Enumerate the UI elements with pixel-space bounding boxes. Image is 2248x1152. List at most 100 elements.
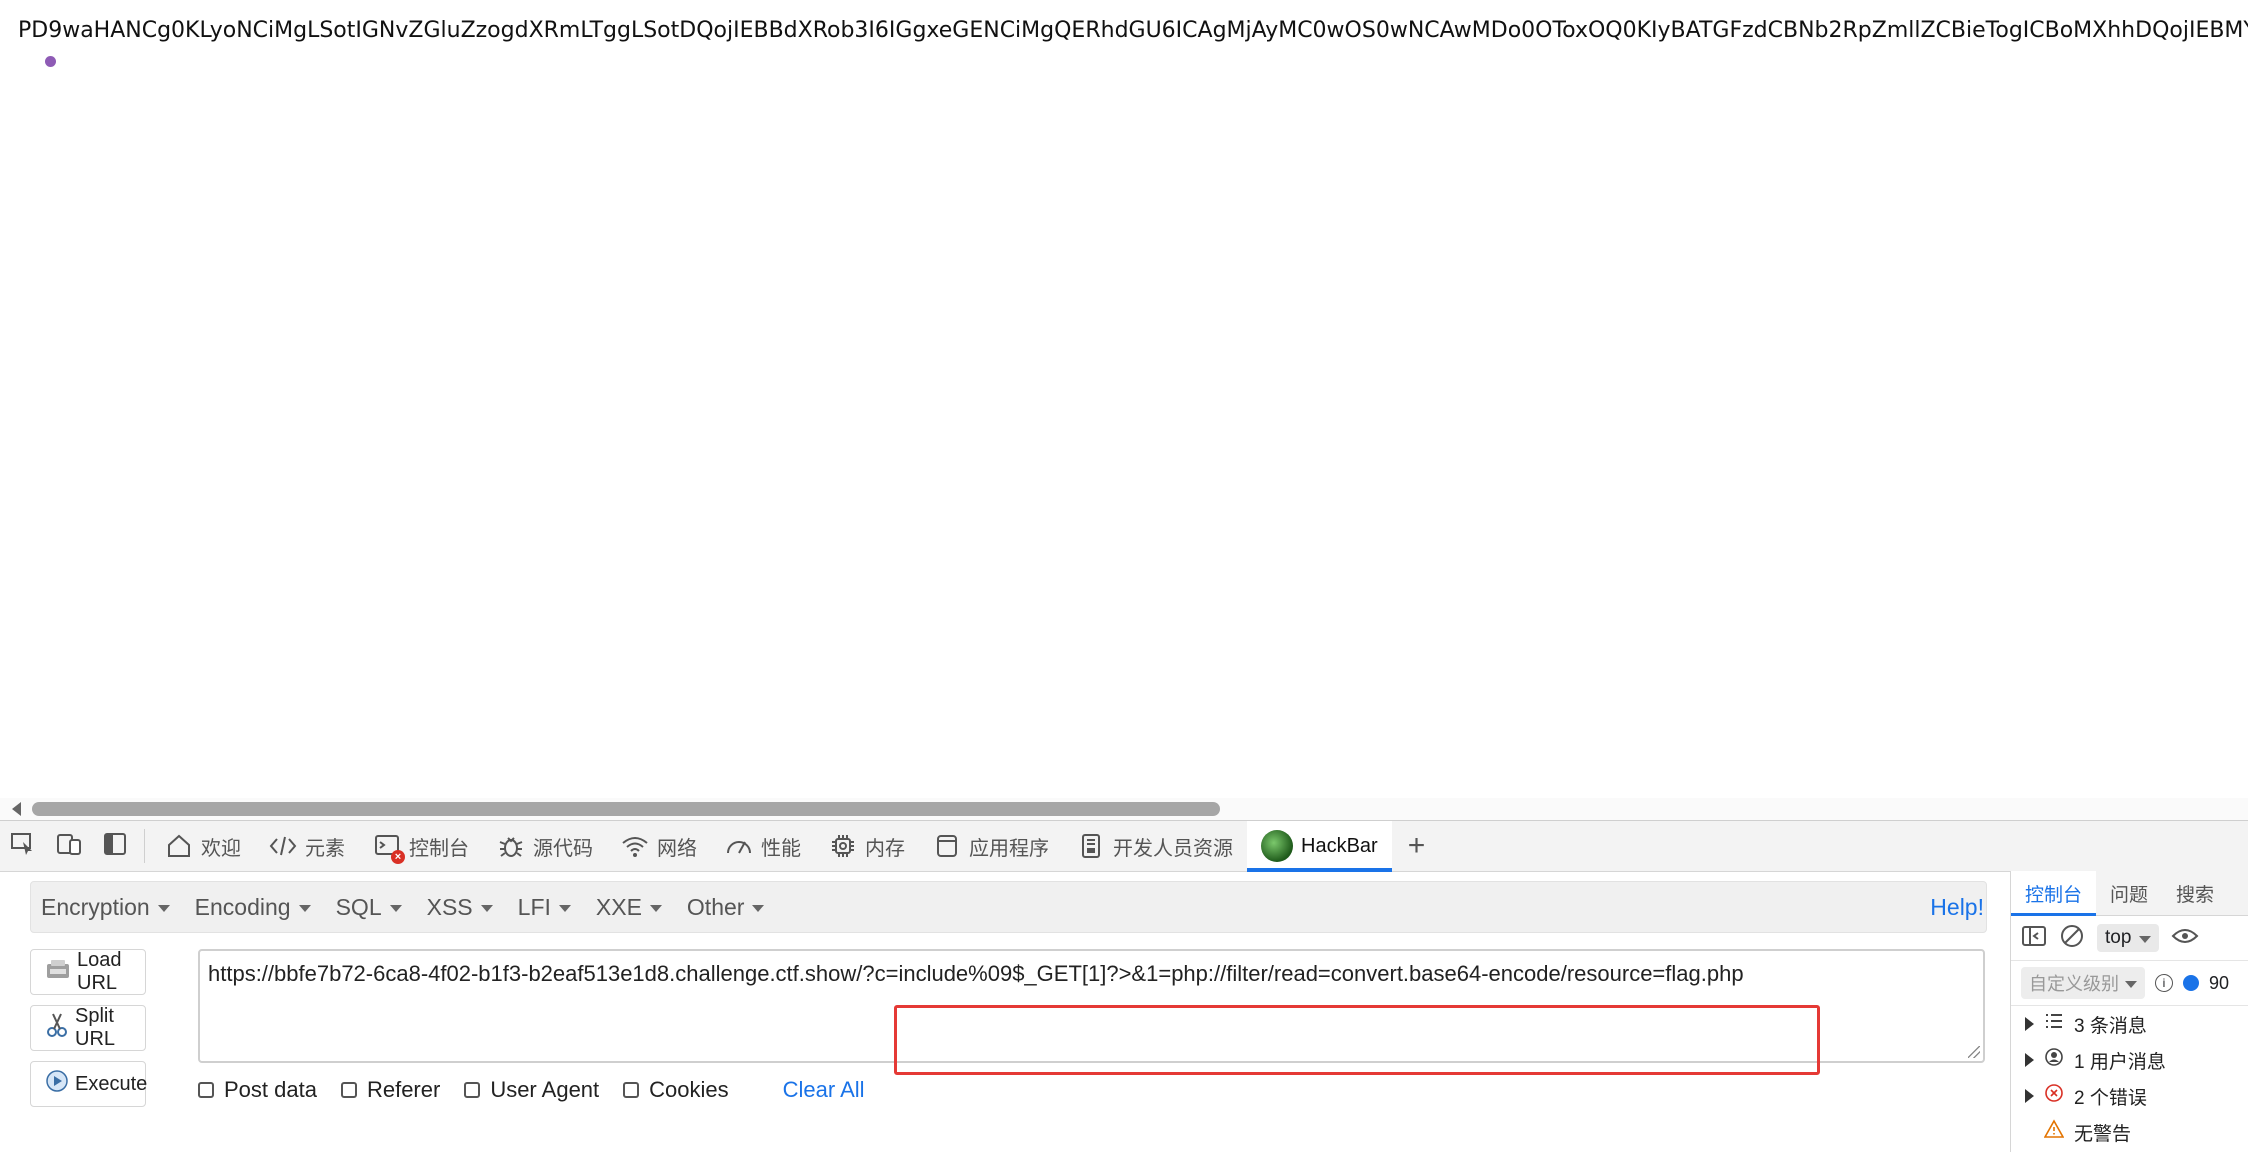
context-label: top — [2105, 927, 2132, 948]
load-url-button[interactable]: Load URL — [30, 949, 146, 995]
tab-elements[interactable]: 元素 — [255, 821, 359, 871]
log-level-selector[interactable]: 自定义级别 — [2021, 967, 2145, 999]
expand-triangle-icon[interactable] — [2025, 1017, 2034, 1031]
caret-down-icon — [752, 904, 765, 912]
hackbar-menu: Encryption Encoding SQL XSS LFI XXE Othe… — [30, 881, 1987, 933]
tab-label: HackBar — [1301, 834, 1378, 857]
drawer-tab-search[interactable]: 搜索 — [2162, 871, 2228, 915]
row-label: 1 用户消息 — [2074, 1051, 2166, 1073]
console-group-warnings[interactable]: 无警告 — [2011, 1114, 2248, 1150]
add-tab-plus-icon[interactable]: + — [1392, 829, 1442, 863]
menu-label: Other — [686, 893, 745, 920]
devtools-tabbar: 欢迎 元素 × 控制台 源代码 网络 性能 内存 应用程序 开发人员资源 Hac… — [0, 821, 2248, 872]
expand-triangle-icon[interactable] — [2025, 1053, 2034, 1067]
tab-performance[interactable]: 性能 — [711, 821, 815, 871]
tab-sources[interactable]: 源代码 — [483, 821, 607, 871]
wifi-icon — [621, 832, 649, 860]
menu-label: Encoding — [194, 893, 291, 920]
console-group-user-messages[interactable]: 1 用户消息 — [2011, 1042, 2248, 1078]
tab-developer-resources[interactable]: 开发人员资源 — [1063, 821, 1247, 871]
caret-down-icon — [480, 904, 493, 912]
tab-console[interactable]: × 控制台 — [359, 821, 483, 871]
menu-other[interactable]: Other — [677, 894, 780, 921]
horizontal-scrollbar[interactable] — [0, 798, 2248, 820]
split-url-button[interactable]: Split URL — [30, 1005, 146, 1051]
clear-console-icon[interactable] — [2059, 923, 2085, 954]
drawer-tab-console[interactable]: 控制台 — [2011, 871, 2097, 916]
url-text: https://bbfe7b72-6ca8-4f02-b1f3-b2eaf513… — [208, 961, 1744, 986]
caret-down-icon — [298, 904, 311, 912]
menu-label: LFI — [517, 893, 551, 920]
tab-label: 内存 — [865, 837, 905, 860]
menu-xxe[interactable]: XXE — [586, 894, 677, 921]
menu-label: XSS — [426, 893, 473, 920]
expand-triangle-icon[interactable] — [2025, 1089, 2034, 1103]
post-data-checkbox[interactable] — [198, 1082, 214, 1098]
menu-label: XXE — [595, 893, 642, 920]
cookies-checkbox[interactable] — [623, 1082, 640, 1098]
menu-lfi[interactable]: LFI — [508, 894, 586, 921]
info-icon[interactable]: i — [2155, 974, 2173, 992]
list-bullet — [45, 56, 56, 67]
tab-label: 应用程序 — [969, 837, 1049, 860]
drawer-tab-issues[interactable]: 问题 — [2096, 871, 2162, 915]
menu-label: SQL — [335, 893, 382, 920]
tab-hackbar[interactable]: HackBar — [1247, 821, 1392, 872]
referer-option[interactable]: Referer — [340, 1077, 440, 1103]
tab-label: 欢迎 — [201, 837, 241, 860]
page-viewport: PD9waHANCg0KLyoNCiMgLSotIGNvZGluZzogdXRm… — [0, 0, 2248, 820]
option-label: Cookies — [649, 1077, 729, 1102]
devtools-panel: 欢迎 元素 × 控制台 源代码 网络 性能 内存 应用程序 开发人员资源 Hac… — [0, 820, 2248, 1152]
cookies-option[interactable]: Cookies — [623, 1077, 729, 1103]
url-textarea[interactable]: https://bbfe7b72-6ca8-4f02-b1f3-b2eaf513… — [198, 949, 1985, 1063]
chip-icon — [829, 832, 857, 860]
error-badge-icon: × — [391, 850, 405, 864]
referer-checkbox[interactable] — [340, 1082, 357, 1098]
context-selector[interactable]: top — [2097, 924, 2160, 952]
menu-sql[interactable]: SQL — [326, 894, 417, 921]
menu-encryption[interactable]: Encryption — [31, 894, 185, 921]
tab-application[interactable]: 应用程序 — [919, 821, 1063, 871]
hackbar-panel: Encryption Encoding SQL XSS LFI XXE Othe… — [30, 881, 1987, 1152]
message-count: 90 — [2209, 972, 2230, 993]
menu-xss[interactable]: XSS — [417, 894, 508, 921]
doc-icon — [1077, 832, 1105, 860]
clear-all-link[interactable]: Clear All — [783, 1077, 865, 1103]
play-icon — [45, 1069, 69, 1099]
level-label: 自定义级别 — [2029, 974, 2119, 994]
caret-down-icon — [2139, 935, 2152, 943]
message-count-icon — [2183, 975, 2199, 991]
sidebar-toggle-icon[interactable] — [2021, 924, 2047, 953]
dock-toggle-tool[interactable] — [92, 821, 138, 871]
execute-button[interactable]: Execute — [30, 1061, 147, 1107]
scrollbar-thumb[interactable] — [32, 802, 1220, 816]
inspect-element-tool[interactable] — [0, 821, 46, 871]
resize-grip-icon[interactable] — [1968, 1046, 1980, 1058]
console-group-messages[interactable]: 3 条消息 — [2011, 1006, 2248, 1042]
user-agent-option[interactable]: User Agent — [464, 1077, 599, 1103]
tab-memory[interactable]: 内存 — [815, 821, 919, 871]
menu-encoding[interactable]: Encoding — [185, 894, 326, 921]
user-agent-checkbox[interactable] — [464, 1082, 481, 1098]
code-icon — [269, 832, 297, 860]
tab-label: 开发人员资源 — [1113, 837, 1233, 860]
device-toggle-tool[interactable] — [46, 821, 92, 871]
row-label: 2 个错误 — [2074, 1087, 2147, 1109]
help-link[interactable]: Help! — [1930, 894, 1984, 921]
tab-network[interactable]: 网络 — [607, 821, 711, 871]
browser-window: PD9waHANCg0KLyoNCiMgLSotIGNvZGluZzogdXRm… — [0, 0, 2248, 1152]
scroll-left-arrow-icon[interactable] — [12, 802, 21, 816]
console-drawer: 控制台 问题 搜索 top 自定义级别 i 90 3 条消息 1 用户消息 2 … — [2010, 871, 2248, 1152]
device-icon — [56, 831, 82, 862]
eye-icon[interactable] — [2171, 926, 2199, 951]
option-label: Post data — [224, 1077, 317, 1102]
post-data-option[interactable]: Post data — [198, 1077, 317, 1103]
page-body-text: PD9waHANCg0KLyoNCiMgLSotIGNvZGluZzogdXRm… — [18, 18, 2248, 43]
caret-down-icon — [157, 904, 170, 912]
console-group-errors[interactable]: 2 个错误 — [2011, 1078, 2248, 1114]
bug-icon — [497, 832, 525, 860]
home-icon — [165, 832, 193, 860]
console-drawer-tabs: 控制台 问题 搜索 — [2011, 871, 2248, 916]
button-label: Split URL — [75, 1005, 116, 1050]
tab-welcome[interactable]: 欢迎 — [151, 821, 255, 871]
